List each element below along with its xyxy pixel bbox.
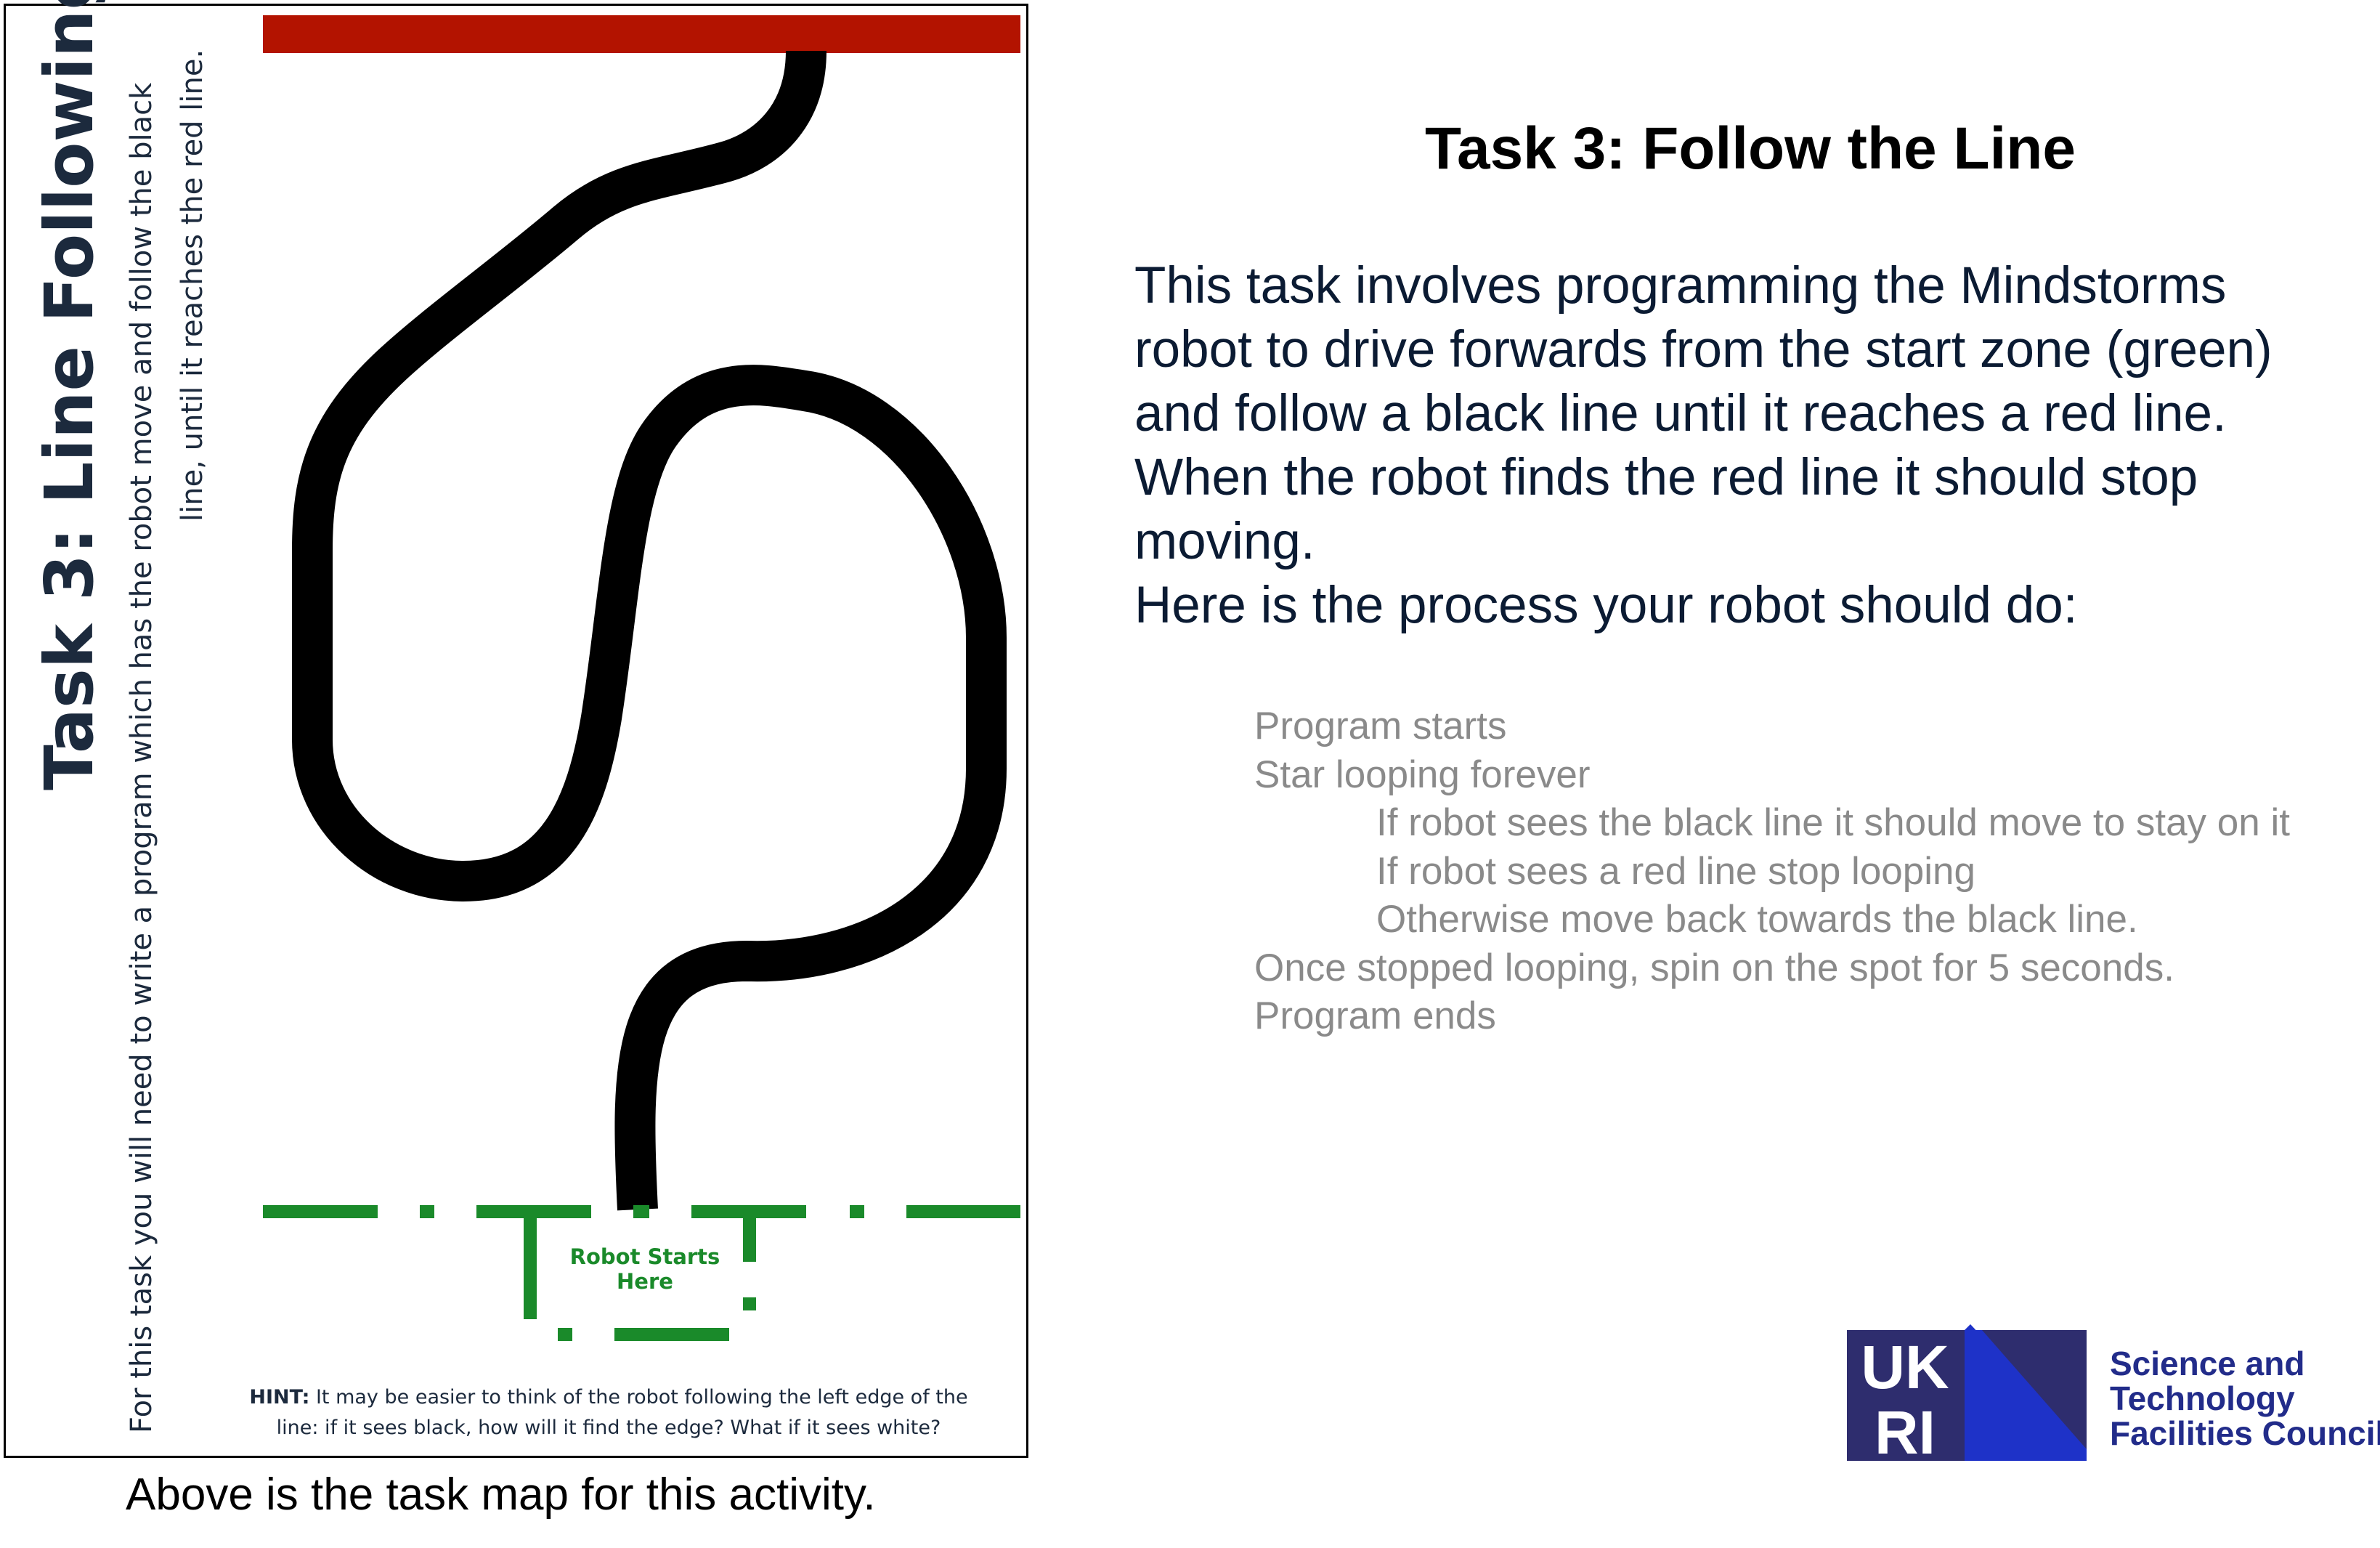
intro-line: and follow a black line until it reaches… xyxy=(1134,385,2227,442)
map-caption: Above is the task map for this activity. xyxy=(126,1470,876,1520)
process-step: Program starts xyxy=(1254,705,1507,747)
process-step: Otherwise move back towards the black li… xyxy=(1376,898,2138,941)
process-steps-list: Program starts Star looping forever If rob… xyxy=(1254,702,2365,1041)
map-title: Task 3: Line Following xyxy=(31,0,108,790)
intro-line: Here is the process your robot should do… xyxy=(1134,577,2078,634)
hint-label: HINT: xyxy=(249,1386,310,1409)
hint-text-line-1: It may be easier to think of the robot f… xyxy=(309,1386,968,1409)
intro-line: When the robot finds the red line it sho… xyxy=(1134,449,2198,506)
map-description-line-1: For this task you will need to write a p… xyxy=(125,82,158,1433)
intro-paragraph: This task involves programming the Minds… xyxy=(1134,254,2369,638)
finish-line xyxy=(263,15,1020,53)
stfc-name: Science and Technology Facilities Council xyxy=(2110,1346,2380,1451)
intro-line: robot to drive forwards from the start z… xyxy=(1134,321,2273,378)
intro-line: moving. xyxy=(1134,513,1315,570)
process-step: Once stopped looping, spin on the spot f… xyxy=(1254,946,2174,989)
process-step: If robot sees a red line stop looping xyxy=(1376,849,1975,893)
svg-text:RI: RI xyxy=(1875,1398,1936,1462)
hint-text-line-2: line: if it sees black, how will it find… xyxy=(276,1417,941,1439)
black-line-path xyxy=(292,50,1007,1211)
page-title: Task 3: Follow the Line xyxy=(1424,116,2076,182)
hint-text: HINT: It may be easier to think of the r… xyxy=(224,1382,994,1443)
process-step: Star looping forever xyxy=(1254,753,1591,796)
svg-text:UK: UK xyxy=(1861,1333,1949,1401)
stfc-name-line: Technology xyxy=(2110,1379,2295,1417)
map-description-line-2: line, until it reaches the red line. xyxy=(176,49,209,522)
stfc-name-line: Science and xyxy=(2110,1345,2305,1382)
stfc-name-line: Facilities Council xyxy=(2110,1414,2380,1452)
process-step: Program ends xyxy=(1254,994,1496,1037)
process-step: If robot sees the black line it should m… xyxy=(1376,801,2290,844)
task-map: Task 3: Line Following For this task you… xyxy=(4,0,1028,1458)
start-zone-line xyxy=(263,1205,1020,1218)
start-zone-label: Robot Starts Here xyxy=(569,1244,720,1294)
intro-line: This task involves programming the Minds… xyxy=(1134,257,2227,315)
